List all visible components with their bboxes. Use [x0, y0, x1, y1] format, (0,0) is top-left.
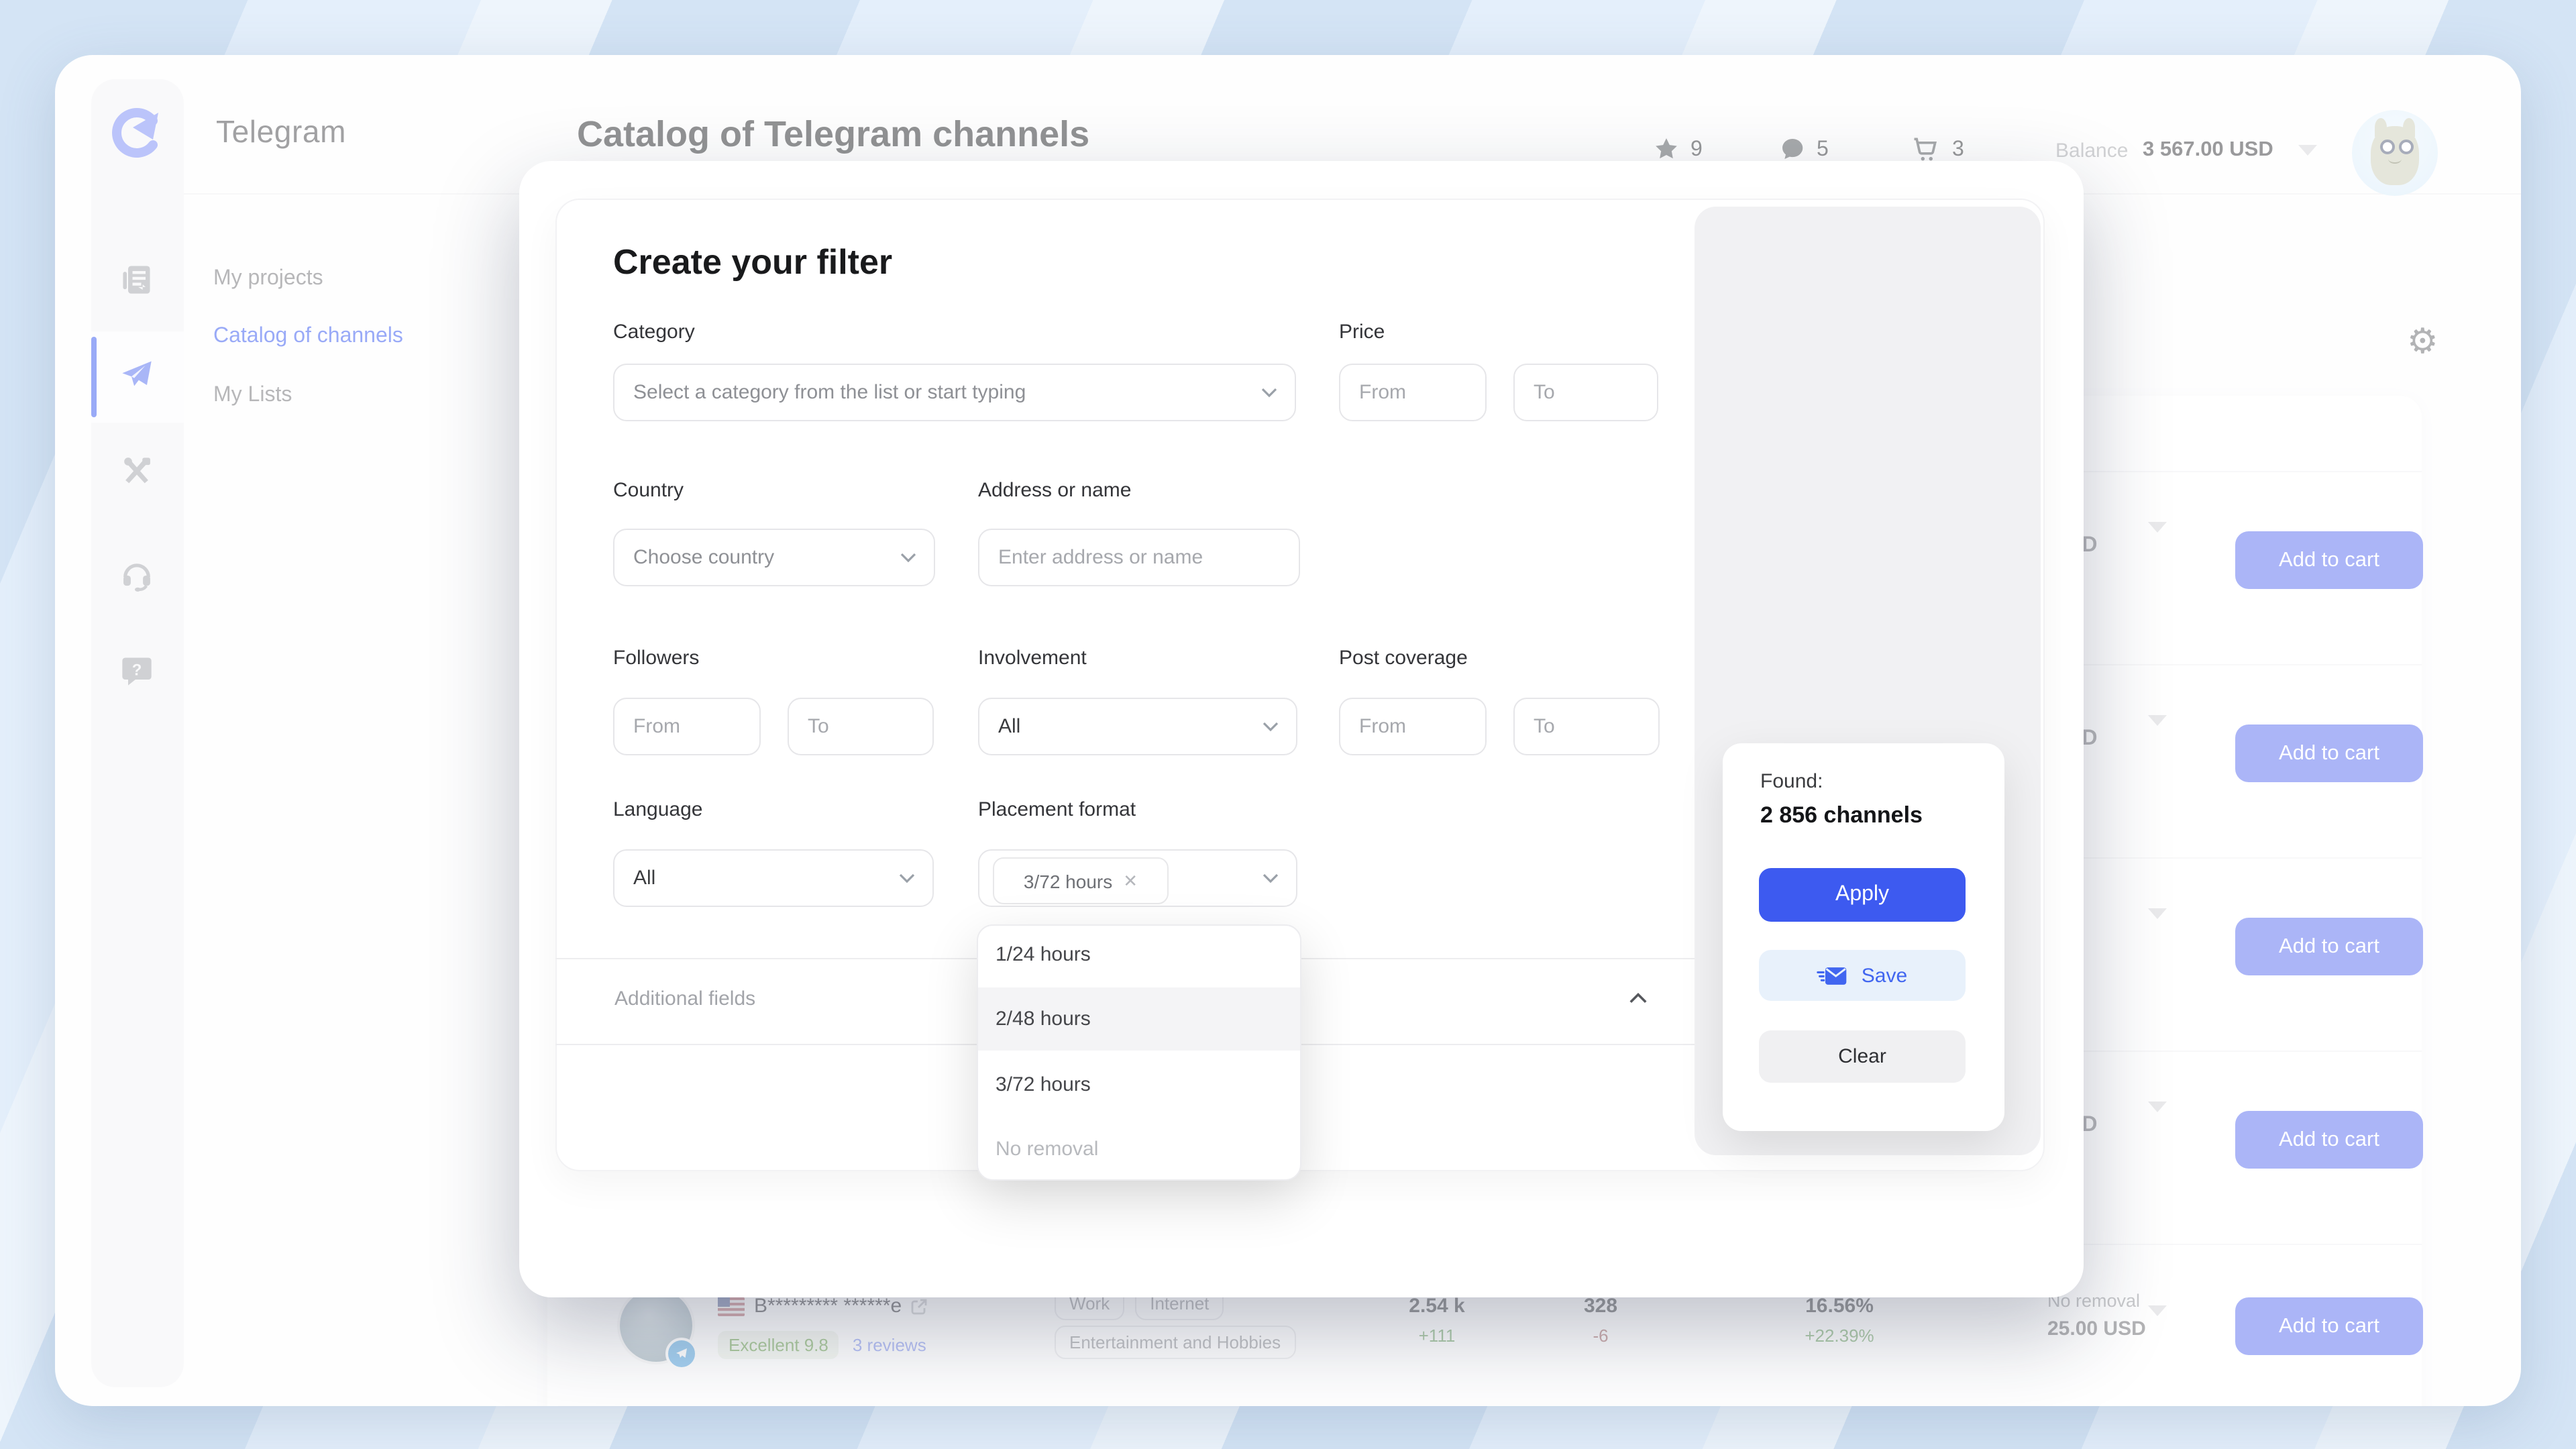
- followers-to-input[interactable]: [788, 698, 934, 755]
- price-label: Price: [1339, 321, 1385, 343]
- apply-button[interactable]: Apply: [1759, 868, 1966, 922]
- placement-format-select[interactable]: 3/72 hours ✕: [978, 849, 1297, 907]
- chevron-up-icon[interactable]: [1629, 991, 1648, 1004]
- modal-title: Create your filter: [613, 241, 892, 283]
- language-select[interactable]: All: [613, 849, 934, 907]
- post-coverage-from-input[interactable]: [1339, 698, 1487, 755]
- additional-fields-label: Additional fields: [614, 987, 755, 1010]
- app-window: Telegram: [55, 55, 2521, 1406]
- country-select[interactable]: Choose country: [613, 529, 935, 586]
- dropdown-option[interactable]: 1/24 hours: [978, 926, 1300, 982]
- involvement-label: Involvement: [978, 647, 1087, 669]
- category-label: Category: [613, 321, 695, 343]
- send-mail-icon: [1817, 964, 1849, 987]
- placement-format-dropdown: 1/24 hours 2/48 hours 3/72 hours No remo…: [977, 924, 1301, 1181]
- post-coverage-to-input[interactable]: [1513, 698, 1660, 755]
- country-placeholder: Choose country: [633, 546, 774, 569]
- save-button[interactable]: Save: [1759, 950, 1966, 1001]
- chevron-down-icon: [900, 552, 916, 563]
- save-button-label: Save: [1862, 964, 1907, 987]
- category-placeholder: Select a category from the list or start…: [633, 381, 1026, 404]
- address-label: Address or name: [978, 479, 1131, 502]
- placement-chip[interactable]: 3/72 hours ✕: [993, 857, 1169, 904]
- chevron-down-icon: [1263, 873, 1279, 883]
- placement-format-label: Placement format: [978, 798, 1136, 821]
- found-count: 2 856 channels: [1760, 802, 1923, 829]
- followers-label: Followers: [613, 647, 699, 669]
- followers-from-input[interactable]: [613, 698, 761, 755]
- involvement-select[interactable]: All: [978, 698, 1297, 755]
- country-label: Country: [613, 479, 684, 502]
- dropdown-option-disabled[interactable]: No removal: [978, 1116, 1300, 1181]
- clear-button[interactable]: Clear: [1759, 1030, 1966, 1083]
- price-from-input[interactable]: [1339, 364, 1487, 421]
- dropdown-option[interactable]: 3/72 hours: [978, 1052, 1300, 1116]
- address-input[interactable]: [978, 529, 1300, 586]
- chevron-down-icon: [1263, 721, 1279, 732]
- placement-chip-label: 3/72 hours: [1024, 870, 1112, 892]
- language-label: Language: [613, 798, 703, 821]
- found-summary-card: Found: 2 856 channels Apply Save Clear: [1723, 743, 2004, 1131]
- desktop-background: Telegram: [0, 0, 2576, 1449]
- category-select[interactable]: Select a category from the list or start…: [613, 364, 1296, 421]
- dropdown-option-highlighted[interactable]: 2/48 hours: [978, 987, 1300, 1051]
- filter-modal: Create your filter Category Price Select…: [519, 161, 2084, 1297]
- language-value: All: [633, 867, 655, 890]
- post-coverage-label: Post coverage: [1339, 647, 1468, 669]
- found-label: Found:: [1760, 770, 1823, 793]
- involvement-value: All: [998, 715, 1020, 738]
- chevron-down-icon: [899, 873, 915, 883]
- chevron-down-icon: [1261, 387, 1277, 398]
- price-to-input[interactable]: [1513, 364, 1658, 421]
- chip-close-icon[interactable]: ✕: [1123, 870, 1138, 892]
